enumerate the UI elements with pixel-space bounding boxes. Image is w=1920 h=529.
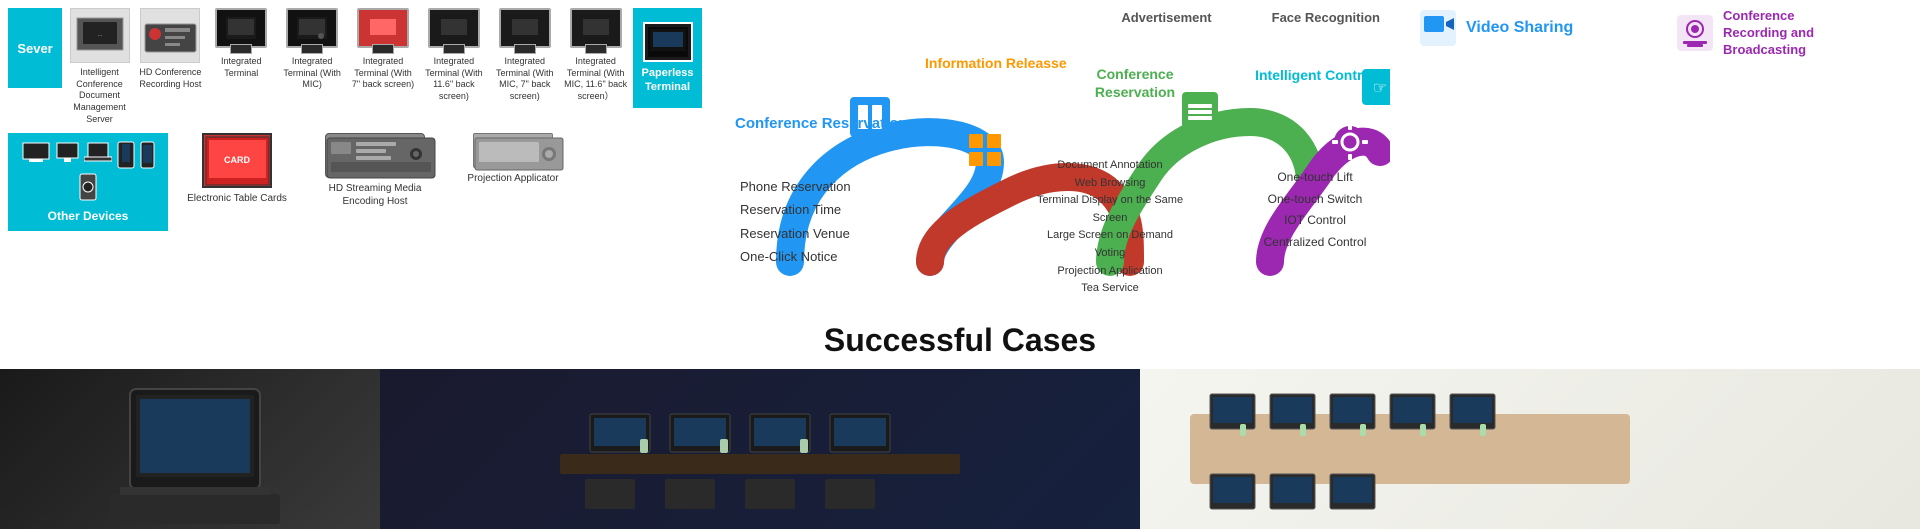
case-image-1 <box>0 369 380 529</box>
hd-conf-device: HD Conference Recording Host <box>137 8 204 90</box>
other-devices-label: Other Devices <box>48 209 129 223</box>
device-5-label: Integrated Terminal (With MIC, 7" back s… <box>491 56 558 103</box>
device-3: Integrated Terminal (With 7" back screen… <box>350 8 417 91</box>
reservation-venue-text: Reservation Venue <box>740 222 851 245</box>
advertisement-label: Advertisement <box>1121 10 1211 25</box>
bottom-devices: CARD Electronic Table Cards <box>172 133 702 208</box>
phone-reservation-text: Phone Reservation <box>740 175 851 198</box>
case-image-3 <box>1140 369 1920 529</box>
paperless-icon <box>643 22 693 62</box>
video-sharing-icon <box>1418 8 1458 48</box>
reservation-time-text: Reservation Time <box>740 198 851 221</box>
device-4: Integrated Terminal (With 11.6" back scr… <box>420 8 487 103</box>
info-release-label: Information Releasse <box>925 55 1067 73</box>
device-3-icon <box>357 8 409 48</box>
paperless-label: Paperless Terminal <box>637 66 698 95</box>
device-6-icon <box>570 8 622 48</box>
device-4-icon <box>428 8 480 48</box>
bottom-row: Other Devices CARD Electronic Table Card… <box>8 133 702 231</box>
encoding-host-device: HD Streaming Media Encoding Host <box>310 133 440 208</box>
conf-recording-title: Conference Recording and Broadcasting <box>1723 8 1843 59</box>
conf-res-center-items: Document Annotation Web Browsing Termina… <box>1030 157 1190 298</box>
intelligent-conf-device: ... Intelligent Conference Document Mana… <box>66 8 133 125</box>
device-2-label: Integrated Terminal (With MIC) <box>279 56 346 91</box>
successful-cases-header: Successful Cases <box>0 307 1920 369</box>
other-devices-box: Other Devices <box>8 133 168 231</box>
terminal-display-text: Terminal Display on the Same Screen <box>1030 192 1190 227</box>
device-2: Integrated Terminal (With MIC) <box>279 8 346 91</box>
case-room-2-icon <box>1160 374 1660 524</box>
svg-text:CARD: CARD <box>224 155 250 165</box>
device-5: Integrated Terminal (With MIC, 7" back s… <box>491 8 558 103</box>
cases-row <box>0 369 1920 529</box>
right-panel: Video Sharing Conference Recording and B… <box>1410 0 1920 307</box>
diagram-container: ☞ Conference Reservation Phone Reservati… <box>730 27 1390 297</box>
voting-text: Voting <box>1030 245 1190 263</box>
device-2-icon <box>286 8 338 48</box>
video-sharing-header: Video Sharing <box>1418 8 1655 48</box>
encoding-host-label: HD Streaming Media Encoding Host <box>310 182 440 208</box>
middle-panel: Advertisement Face Recognition <box>710 0 1410 307</box>
video-sharing-section: Video Sharing <box>1418 8 1655 63</box>
paperless-box: Paperless Terminal <box>633 8 702 108</box>
iot-control-text: IOT Control <box>1245 210 1385 232</box>
one-touch-switch-text: One-touch Switch <box>1245 189 1385 211</box>
left-panel: Sever ... Intelligent Conference Documen… <box>0 0 710 307</box>
device-1: Integrated Terminal <box>208 8 275 79</box>
large-screen-text: Large Screen on Demand <box>1030 227 1190 245</box>
device-6-label: Integrated Terminal (With MIC, 11.6" bac… <box>562 56 629 103</box>
intelligent-control-label: Intelligent Control <box>1250 67 1380 83</box>
conf-recording-header: Conference Recording and Broadcasting <box>1675 8 1912 59</box>
table-card-label: Electronic Table Cards <box>187 192 287 205</box>
case-image-2 <box>380 369 1140 529</box>
video-sharing-title: Video Sharing <box>1466 19 1573 37</box>
device-1-label: Integrated Terminal <box>208 56 275 79</box>
web-browsing-text: Web Browsing <box>1030 175 1190 193</box>
encoding-icon <box>325 133 425 178</box>
conf-res-center-label: Conference Reservation <box>1070 65 1200 101</box>
other-devices-icons <box>16 141 160 201</box>
device-1-icon <box>215 8 267 48</box>
case-product-1-icon <box>70 379 310 529</box>
projection-app-text: Projection Application <box>1030 263 1190 281</box>
projection-device: Projection Applicator <box>448 133 578 185</box>
conf-recording-section: Conference Recording and Broadcasting <box>1675 8 1912 63</box>
reservation-items: Phone Reservation Reservation Time Reser… <box>740 175 851 269</box>
projection-icon <box>473 133 553 168</box>
tea-service-text: Tea Service <box>1030 280 1190 298</box>
intelligent-conf-icon: ... <box>70 8 130 63</box>
bottom-section: Successful Cases <box>0 307 1920 529</box>
device-6: Integrated Terminal (With MIC, 11.6" bac… <box>562 8 629 103</box>
centralized-control-text: Centralized Control <box>1245 232 1385 254</box>
top-labels: Advertisement Face Recognition <box>730 10 1390 25</box>
server-row: Sever ... Intelligent Conference Documen… <box>8 8 702 125</box>
hd-conf-icon <box>140 8 200 63</box>
electronic-table-device: CARD Electronic Table Cards <box>172 133 302 205</box>
server-label: Sever <box>8 8 62 88</box>
svg-text:...: ... <box>97 32 102 38</box>
one-touch-lift-text: One-touch Lift <box>1245 167 1385 189</box>
conf-recording-icon <box>1675 13 1715 53</box>
intelligent-control-items: One-touch Lift One-touch Switch IOT Cont… <box>1245 167 1385 253</box>
face-recognition-label: Face Recognition <box>1272 10 1380 25</box>
one-click-notice-text: One-Click Notice <box>740 245 851 268</box>
doc-annotation-text: Document Annotation <box>1030 157 1190 175</box>
conf-reservation-label: Conference Reservation <box>735 115 908 132</box>
device-5-icon <box>499 8 551 48</box>
successful-cases-title: Successful Cases <box>824 322 1096 358</box>
hd-conf-label: HD Conference Recording Host <box>137 67 204 90</box>
table-card-icon: CARD <box>202 133 272 188</box>
right-top-section: Video Sharing Conference Recording and B… <box>1418 8 1912 63</box>
projection-label: Projection Applicator <box>467 172 558 185</box>
case-room-icon <box>510 374 1010 524</box>
device-4-label: Integrated Terminal (With 11.6" back scr… <box>420 56 487 103</box>
device-3-label: Integrated Terminal (With 7" back screen… <box>350 56 417 91</box>
intelligent-conf-label: Intelligent Conference Document Manageme… <box>66 67 133 125</box>
